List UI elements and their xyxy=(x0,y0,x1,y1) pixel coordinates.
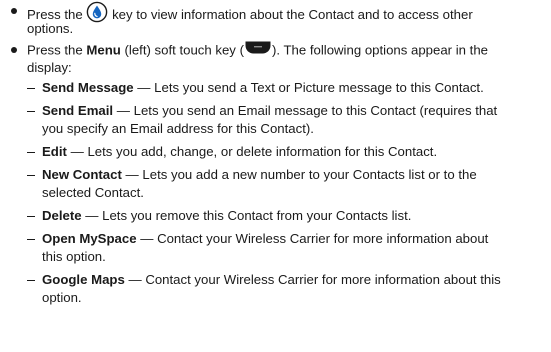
dash-marker xyxy=(27,280,35,282)
option-description: — Lets you send an Email message to this… xyxy=(116,103,498,118)
option-open-myspace: Open MySpace — Contact your Wireless Car… xyxy=(42,230,488,248)
option-name: Send Message xyxy=(42,80,134,95)
option-open-myspace-continued: this option. xyxy=(42,249,106,264)
option-name: New Contact xyxy=(42,167,122,182)
option-name: Edit xyxy=(42,144,67,159)
dash-marker xyxy=(27,111,35,113)
option-new-contact: New Contact — Lets you add a new number … xyxy=(42,166,477,184)
option-send-email-continued: you specify an Email address for this Co… xyxy=(42,121,314,136)
option-description: — Lets you remove this Contact from your… xyxy=(85,208,412,223)
bullet-point xyxy=(11,47,17,53)
menu-soft-key-icon xyxy=(244,40,272,60)
bullet-2-middle: (left) soft touch key ( xyxy=(124,42,244,58)
option-google-maps-continued: option. xyxy=(42,290,82,305)
option-description: — Contact your Wireless Carrier for more… xyxy=(128,272,501,287)
dash-marker xyxy=(27,88,35,90)
bullet-2-line-2: display: xyxy=(27,60,72,75)
bullet-1-line-2: options. xyxy=(27,21,74,36)
option-name: Delete xyxy=(42,208,82,223)
option-new-contact-continued: selected Contact. xyxy=(42,185,144,200)
dash-marker xyxy=(27,216,35,218)
bullet-1-line-1: Press the key to view information about … xyxy=(27,1,473,29)
bullet-2-prefix: Press the xyxy=(27,42,83,58)
dash-marker xyxy=(27,175,35,177)
option-name: Open MySpace xyxy=(42,231,137,246)
option-google-maps: Google Maps — Contact your Wireless Carr… xyxy=(42,271,501,289)
option-description: — Lets you add a new number to your Cont… xyxy=(125,167,477,182)
bullet-point xyxy=(11,8,17,14)
bullet-1-suffix: key to view information about the Contac… xyxy=(112,6,473,22)
option-edit: Edit — Lets you add, change, or delete i… xyxy=(42,143,437,161)
option-name: Google Maps xyxy=(42,272,125,287)
bullet-2-suffix: ). The following options appear in the xyxy=(271,42,488,58)
option-name: Send Email xyxy=(42,103,114,118)
bullet-2-line-1: Press the Menu (left) soft touch key ( )… xyxy=(27,41,488,61)
dash-marker xyxy=(27,239,35,241)
option-description: — Contact your Wireless Carrier for more… xyxy=(140,231,489,246)
manual-page: Press the key to view information about … xyxy=(0,0,551,352)
option-send-message: Send Message — Lets you send a Text or P… xyxy=(42,79,484,97)
info-key-icon xyxy=(86,1,108,28)
dash-marker xyxy=(27,152,35,154)
menu-key-label: Menu xyxy=(86,42,121,58)
option-delete: Delete — Lets you remove this Contact fr… xyxy=(42,207,411,225)
option-description: — Lets you send a Text or Picture messag… xyxy=(137,80,484,95)
option-description: — Lets you add, change, or delete inform… xyxy=(70,144,438,159)
option-send-email: Send Email — Lets you send an Email mess… xyxy=(42,102,497,120)
